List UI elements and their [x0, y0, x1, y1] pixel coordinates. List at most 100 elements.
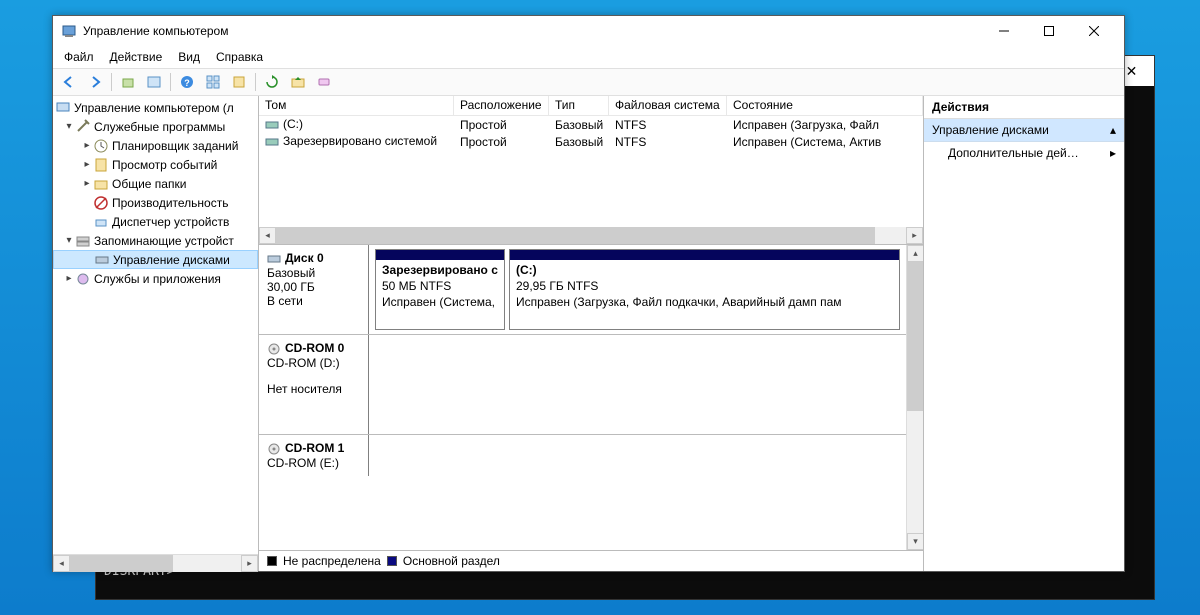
disk-name: CD-ROM 1 — [285, 441, 344, 455]
center-pane: Том Расположение Тип Файловая система Со… — [259, 96, 923, 571]
partition[interactable]: (C:) 29,95 ГБ NTFS Исправен (Загрузка, Ф… — [509, 249, 900, 330]
tree-task-scheduler[interactable]: Планировщик заданий — [53, 136, 258, 155]
cell: Исправен (Система, Актив — [727, 135, 923, 149]
tree-disk-management[interactable]: Управление дисками — [53, 250, 258, 269]
scroll-thumb[interactable] — [907, 262, 923, 411]
col-layout[interactable]: Расположение — [454, 96, 549, 115]
caret-icon[interactable] — [63, 273, 75, 284]
actions-header: Действия — [924, 96, 1124, 119]
partition-status: Исправен (Система, — [382, 294, 498, 310]
volume-list-header: Том Расположение Тип Файловая система Со… — [259, 96, 923, 116]
back-button[interactable] — [57, 71, 81, 93]
grid-icon[interactable] — [201, 71, 225, 93]
cell: NTFS — [609, 135, 727, 149]
refresh-icon[interactable] — [260, 71, 284, 93]
tree-shared-folders[interactable]: Общие папки — [53, 174, 258, 193]
tree-storage[interactable]: Запоминающие устройст — [53, 231, 258, 250]
computer-icon — [55, 100, 71, 116]
disk-icon — [267, 252, 281, 266]
volume-row[interactable]: Зарезервировано системой Простой Базовый… — [259, 133, 923, 150]
cell: Базовый — [549, 118, 609, 132]
tree-services[interactable]: Службы и приложения — [53, 269, 258, 288]
tag-icon[interactable] — [312, 71, 336, 93]
tree-label: Планировщик заданий — [112, 139, 238, 153]
scroll-thumb[interactable] — [70, 555, 173, 572]
disk-state: Нет носителя — [267, 382, 362, 396]
scroll-right-button[interactable]: ▸ — [241, 555, 258, 572]
disk-info[interactable]: CD-ROM 0 CD-ROM (D:) Нет носителя — [259, 335, 369, 434]
disk-info[interactable]: Диск 0 Базовый 30,00 ГБ В сети — [259, 245, 369, 334]
scroll-up-button[interactable]: ▴ — [907, 245, 923, 262]
col-status[interactable]: Состояние — [727, 96, 923, 115]
close-button[interactable] — [1071, 17, 1116, 45]
help-button[interactable]: ? — [175, 71, 199, 93]
tree-label: Управление дисками — [113, 253, 230, 267]
cell: Простой — [454, 118, 549, 132]
cell: Базовый — [549, 135, 609, 149]
folder-up-icon[interactable] — [286, 71, 310, 93]
shared-folder-icon — [93, 176, 109, 192]
scroll-left-button[interactable]: ◂ — [259, 227, 276, 244]
caret-icon[interactable] — [81, 178, 93, 189]
partition-name: Зарезервировано с — [382, 262, 498, 278]
partition-size: 50 МБ NTFS — [382, 278, 498, 294]
caret-icon[interactable] — [81, 159, 93, 170]
menu-view[interactable]: Вид — [171, 49, 207, 65]
volume-row[interactable]: (C:) Простой Базовый NTFS Исправен (Загр… — [259, 116, 923, 133]
scroll-thumb[interactable] — [276, 227, 875, 244]
legend: Не распределена Основной раздел — [259, 551, 923, 571]
menu-help[interactable]: Справка — [209, 49, 270, 65]
volume-list-scrollbar[interactable]: ◂ ▸ — [259, 227, 923, 244]
partition-name: (C:) — [516, 262, 893, 278]
view-button[interactable] — [142, 71, 166, 93]
disk-graphical-pane: Диск 0 Базовый 30,00 ГБ В сети Зарезерви… — [259, 245, 923, 551]
actions-selected-label: Управление дисками — [932, 123, 1049, 137]
disk-drive: CD-ROM (E:) — [267, 456, 362, 470]
actions-more[interactable]: Дополнительные дей… ▸ — [924, 142, 1124, 164]
storage-icon — [75, 233, 91, 249]
disk-icon — [94, 252, 110, 268]
tree-service-tools[interactable]: Служебные программы — [53, 117, 258, 136]
cdrom-icon — [267, 442, 281, 456]
disk-info[interactable]: CD-ROM 1 CD-ROM (E:) — [259, 435, 369, 476]
drive-icon — [265, 118, 279, 132]
volume-name: (C:) — [283, 117, 303, 131]
chevron-right-icon: ▸ — [1110, 146, 1116, 160]
forward-button[interactable] — [83, 71, 107, 93]
minimize-button[interactable] — [981, 17, 1026, 45]
collapse-icon: ▴ — [1110, 123, 1116, 137]
disk-drive: CD-ROM (D:) — [267, 356, 362, 370]
tree-label: Служебные программы — [94, 120, 225, 134]
caret-icon[interactable] — [81, 140, 93, 151]
disk-scrollbar-v[interactable]: ▴ ▾ — [906, 245, 923, 550]
tree-label: Производительность — [112, 196, 228, 210]
scroll-left-button[interactable]: ◂ — [53, 555, 70, 572]
tree-device-manager[interactable]: Диспетчер устройств — [53, 212, 258, 231]
tree-performance[interactable]: Производительность — [53, 193, 258, 212]
disk-state: В сети — [267, 294, 362, 308]
disk-name: Диск 0 — [285, 251, 324, 265]
settings-icon[interactable] — [227, 71, 251, 93]
col-fs[interactable]: Файловая система — [609, 96, 727, 115]
services-icon — [75, 271, 91, 287]
caret-icon[interactable] — [63, 121, 75, 132]
disk-block: CD-ROM 1 CD-ROM (E:) — [259, 435, 906, 476]
menu-action[interactable]: Действие — [103, 49, 170, 65]
col-type[interactable]: Тип — [549, 96, 609, 115]
menu-file[interactable]: Файл — [57, 49, 101, 65]
caret-icon[interactable] — [63, 235, 75, 246]
maximize-button[interactable] — [1026, 17, 1071, 45]
partition[interactable]: Зарезервировано с 50 МБ NTFS Исправен (С… — [375, 249, 505, 330]
col-volume[interactable]: Том — [259, 96, 454, 115]
up-button[interactable] — [116, 71, 140, 93]
partition-status: Исправен (Загрузка, Файл подкачки, Авари… — [516, 294, 893, 310]
legend-swatch-unallocated — [267, 556, 277, 566]
actions-selected[interactable]: Управление дисками ▴ — [924, 119, 1124, 142]
scroll-right-button[interactable]: ▸ — [906, 227, 923, 244]
tree-event-viewer[interactable]: Просмотр событий — [53, 155, 258, 174]
scroll-down-button[interactable]: ▾ — [907, 533, 923, 550]
actions-more-label: Дополнительные дей… — [948, 146, 1079, 160]
cell: Простой — [454, 135, 549, 149]
tree-root[interactable]: Управление компьютером (л — [53, 98, 258, 117]
tree-scrollbar-h[interactable]: ◂ ▸ — [53, 554, 258, 571]
